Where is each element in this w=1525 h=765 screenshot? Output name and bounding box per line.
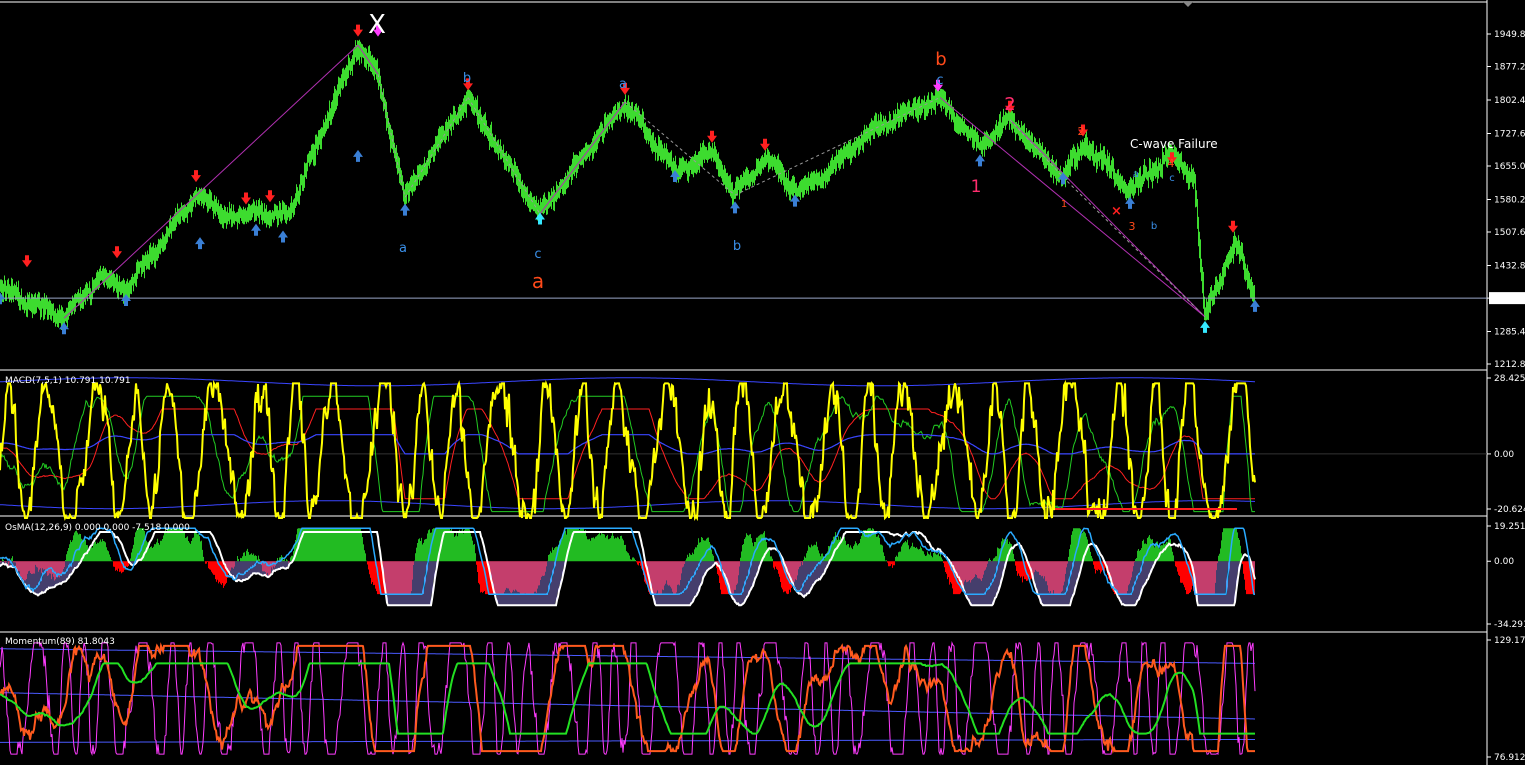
momentum-title: Momentum(89) 81.8043 xyxy=(5,637,115,647)
wave-label: 1 xyxy=(971,177,982,197)
macd-title: MACD(7,5,1) 10.791 10.791 xyxy=(5,376,131,386)
indicator-tick-label: 129.179 xyxy=(1494,636,1525,646)
annotation-c-wave-failure: C-wave Failure xyxy=(1130,137,1218,151)
indicator-tick-label: 0.00 xyxy=(1494,557,1514,567)
wave-label: b xyxy=(1151,221,1157,232)
price-tick-label: 1949.80 xyxy=(1494,30,1525,40)
indicator-tick-label: -34.291 xyxy=(1494,620,1525,630)
wave-label: b xyxy=(733,239,741,254)
wave-label: a xyxy=(619,77,627,92)
wave-label: a xyxy=(532,269,544,293)
wave-label: b xyxy=(463,71,471,86)
trading-chart[interactable]: × Xb a c a a b b c 1 2 2 1 3 a b 4 c C-wave Failure 1949.8… xyxy=(0,0,1525,765)
indicator-tick-label: 76.9123 xyxy=(1494,753,1525,763)
wave-label: X xyxy=(368,10,386,40)
indicator-tick-label: 28.425 xyxy=(1494,374,1525,384)
price-tick-label: 1802.40 xyxy=(1494,96,1525,106)
price-tick-label: 1877.20 xyxy=(1494,63,1525,73)
wave-label: 1 xyxy=(1061,199,1067,210)
wave-label: a xyxy=(399,241,407,256)
osma-title: OsMA(12,26,9) 0.000 0.000 -7.518 0.000 xyxy=(5,523,190,533)
wave-label: 2 xyxy=(1004,94,1015,115)
chart-canvas[interactable]: ×Xba caabbc12213ab4cC-wave Failure 1949.8… xyxy=(0,0,1525,765)
indicator-tick-label: 19.251 xyxy=(1494,522,1525,532)
wave-label: c xyxy=(1169,173,1175,184)
price-tick-label: 1285.40 xyxy=(1494,327,1525,337)
wave-label: b xyxy=(935,49,946,70)
wave-label: 2 xyxy=(1078,125,1085,138)
price-tick-label: 1727.60 xyxy=(1494,129,1525,139)
price-tick-label: 1580.20 xyxy=(1494,195,1525,205)
price-tick-label: 1212.80 xyxy=(1494,360,1525,370)
wave-label: 3 xyxy=(1129,220,1136,233)
wave-label: c xyxy=(534,247,541,262)
price-tick-label: 1655.00 xyxy=(1494,162,1525,172)
indicator-tick-label: 0.00 xyxy=(1494,450,1514,460)
wave-label: c xyxy=(936,73,943,88)
price-tick-label: 1359.94 xyxy=(1494,294,1525,304)
price-tick-label: 1507.60 xyxy=(1494,228,1525,238)
indicator-tick-label: -20.624 xyxy=(1494,505,1525,515)
wave-label: a xyxy=(1133,169,1139,180)
price-tick-label: 1432.80 xyxy=(1494,261,1525,271)
x-marker-icon: × xyxy=(1111,204,1122,219)
wave-label: 4 xyxy=(1168,157,1175,170)
